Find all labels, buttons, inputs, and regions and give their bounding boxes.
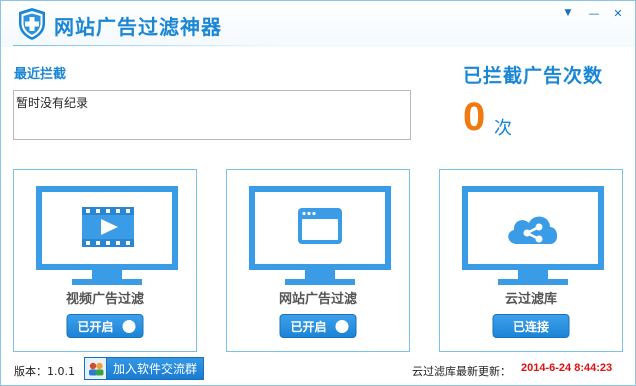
video-icon: [36, 186, 178, 290]
video-ad-filter-card[interactable]: 视频广告过滤 已开启: [13, 169, 197, 352]
title-divider: [13, 45, 277, 46]
website-ad-filter-status: 已开启: [290, 319, 327, 334]
video-ad-filter-status: 已开启: [77, 319, 114, 334]
cloud-share-icon: [462, 186, 604, 290]
recent-intercepts-label: 最近拦截: [14, 67, 67, 82]
intercept-count-value: 0: [463, 95, 486, 139]
cloud-filter-library-card[interactable]: 云过滤库 已连接: [439, 169, 623, 352]
intercept-count-label: 已拦截广告次数: [463, 65, 604, 87]
cloud-filter-connection-button[interactable]: 已连接: [492, 314, 570, 338]
minimize-button[interactable]: —: [585, 5, 603, 21]
close-button[interactable]: ✕: [609, 5, 627, 21]
update-time: 2014-6-24 8:44:23: [521, 362, 613, 374]
toggle-knob: [122, 320, 136, 333]
intercept-count-unit: 次: [494, 118, 512, 139]
join-group-button[interactable]: 加入软件交流群: [84, 357, 204, 380]
shield-plus-logo-icon: [17, 7, 47, 41]
video-ad-filter-title: 视频广告过滤: [65, 292, 144, 307]
website-ad-filter-title: 网站广告过滤: [278, 292, 357, 307]
update-label: 云过滤库最新更新：: [412, 365, 511, 378]
video-ad-filter-toggle[interactable]: 已开启: [66, 314, 144, 338]
recent-intercepts-list[interactable]: 暂时没有纪录: [13, 90, 411, 140]
cloud-filter-status: 已连接: [512, 319, 549, 334]
recent-empty-text: 暂时没有纪录: [16, 96, 89, 110]
version-label: 版本：1.0.1: [14, 365, 75, 378]
browser-window-icon: [249, 186, 391, 290]
join-group-label: 加入软件交流群: [113, 362, 198, 376]
app-title: 网站广告过滤神器: [54, 15, 222, 39]
menu-dropdown-icon[interactable]: ▼: [559, 5, 577, 21]
toggle-knob: [335, 320, 349, 333]
website-ad-filter-toggle[interactable]: 已开启: [279, 314, 357, 338]
cloud-filter-library-title: 云过滤库: [504, 292, 557, 307]
app-window: 网站广告过滤神器 ▼ — ✕ 最近拦截 暂时没有纪录 已拦截广告次数 0 次 视…: [0, 0, 636, 386]
user-group-icon: [85, 358, 107, 379]
title-bar: 网站广告过滤神器 ▼ — ✕: [1, 1, 635, 47]
website-ad-filter-card[interactable]: 网站广告过滤 已开启: [226, 169, 410, 352]
